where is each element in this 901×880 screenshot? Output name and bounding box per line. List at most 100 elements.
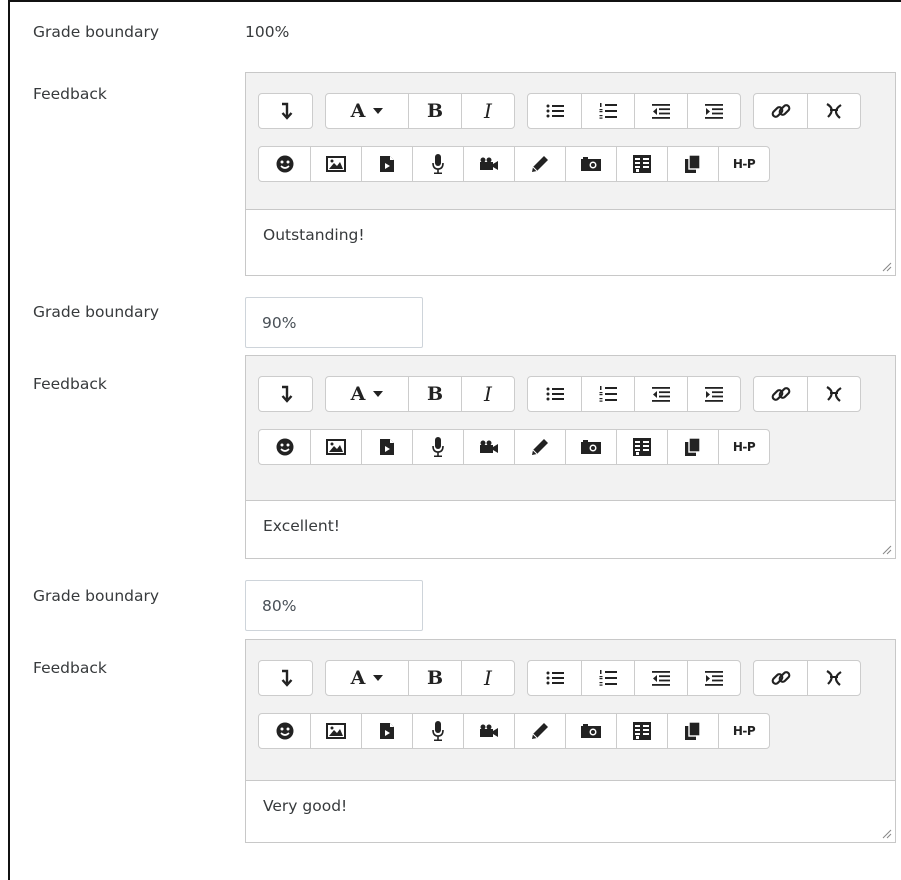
camera-icon [581,724,601,738]
microphone-icon [432,721,444,741]
unlink-button[interactable] [807,94,860,128]
unlink-button[interactable] [807,377,860,411]
grade-boundary-value: 100% [245,23,290,41]
image-button[interactable] [310,714,361,748]
feedback-text: Outstanding! [263,226,365,244]
screenshot-button[interactable] [565,147,616,181]
italic-button[interactable]: I [461,94,514,128]
emoticon-button[interactable] [259,714,310,748]
toolbar-group-lists [527,93,741,129]
resize-handle-icon[interactable] [882,545,892,555]
drawing-button[interactable] [514,714,565,748]
toolbar-group-style: A B I [325,376,515,412]
video-camera-icon [480,157,498,170]
grade-boundary-label: Grade boundary [33,303,160,321]
link-button[interactable] [754,94,807,128]
link-button[interactable] [754,377,807,411]
grade-boundary-input[interactable] [245,297,423,348]
unlink-button[interactable] [807,661,860,695]
media-icon [380,723,394,739]
collapse-button[interactable] [259,377,312,411]
emoticon-button[interactable] [259,147,310,181]
screenshot-button[interactable] [565,714,616,748]
unordered-list-button[interactable] [528,661,581,695]
video-camera-icon [480,440,498,453]
record-audio-button[interactable] [412,147,463,181]
unordered-list-button[interactable] [528,377,581,411]
resize-handle-icon[interactable] [882,829,892,839]
toolbar-group-links [753,376,861,412]
record-audio-button[interactable] [412,714,463,748]
editor-toolbar-row-2: H-P [258,146,782,182]
paste-button[interactable] [667,147,718,181]
media-button[interactable] [361,147,412,181]
toolbar-group-links [753,660,861,696]
record-video-button[interactable] [463,430,514,464]
record-video-button[interactable] [463,714,514,748]
screenshot-button[interactable] [565,430,616,464]
paste-button[interactable] [667,714,718,748]
drawing-button[interactable] [514,430,565,464]
bold-button[interactable]: B [408,377,461,411]
text-style-button[interactable]: A [326,94,408,128]
image-button[interactable] [310,430,361,464]
emoticon-button[interactable] [259,430,310,464]
italic-button[interactable]: I [461,661,514,695]
outdent-button[interactable] [634,661,687,695]
ordered-list-button[interactable] [581,661,634,695]
image-button[interactable] [310,147,361,181]
link-icon [771,387,790,401]
media-icon [380,439,394,455]
h5p-button[interactable]: H-P [718,147,769,181]
h5p-button[interactable]: H-P [718,430,769,464]
outdent-icon [652,103,670,119]
paste-button[interactable] [667,430,718,464]
chevron-down-icon [373,675,384,681]
feedback-editor: A B I [245,639,896,843]
collapse-button[interactable] [259,94,312,128]
ordered-list-button[interactable] [581,377,634,411]
table-button[interactable] [616,147,667,181]
indent-icon [705,386,723,402]
editor-toolbar-row-1: A B I [258,93,873,129]
bold-button[interactable]: B [408,94,461,128]
image-icon [326,723,346,739]
text-style-button[interactable]: A [326,377,408,411]
grade-boundary-input[interactable] [245,580,423,631]
drawing-button[interactable] [514,147,565,181]
outdent-button[interactable] [634,94,687,128]
toolbar-group-collapse [258,660,313,696]
editor-toolbar-row-1: A B I [258,660,873,696]
unlink-icon [826,670,842,686]
italic-button[interactable]: I [461,377,514,411]
feedback-content-area[interactable]: Excellent! [246,500,895,558]
record-video-button[interactable] [463,147,514,181]
resize-handle-icon[interactable] [882,262,892,272]
text-style-button[interactable]: A [326,661,408,695]
ordered-list-button[interactable] [581,94,634,128]
feedback-content-area[interactable]: Outstanding! [246,209,895,275]
feedback-content-area[interactable]: Very good! [246,780,895,842]
ordered-list-icon [599,103,617,119]
feedback-text: Excellent! [263,517,341,535]
feedback-editor: A B I [245,355,896,559]
outdent-button[interactable] [634,377,687,411]
paste-icon [685,155,701,173]
table-button[interactable] [616,430,667,464]
indent-button[interactable] [687,94,740,128]
record-audio-button[interactable] [412,430,463,464]
collapse-button[interactable] [259,661,312,695]
table-button[interactable] [616,714,667,748]
chevron-down-icon [373,108,384,114]
link-button[interactable] [754,661,807,695]
media-button[interactable] [361,714,412,748]
h5p-button[interactable]: H-P [718,714,769,748]
indent-button[interactable] [687,661,740,695]
bold-button[interactable]: B [408,661,461,695]
unordered-list-button[interactable] [528,94,581,128]
indent-button[interactable] [687,377,740,411]
editor-toolbar-row-2: H-P [258,429,782,465]
media-button[interactable] [361,430,412,464]
toolbar-group-collapse [258,93,313,129]
camera-icon [581,440,601,454]
